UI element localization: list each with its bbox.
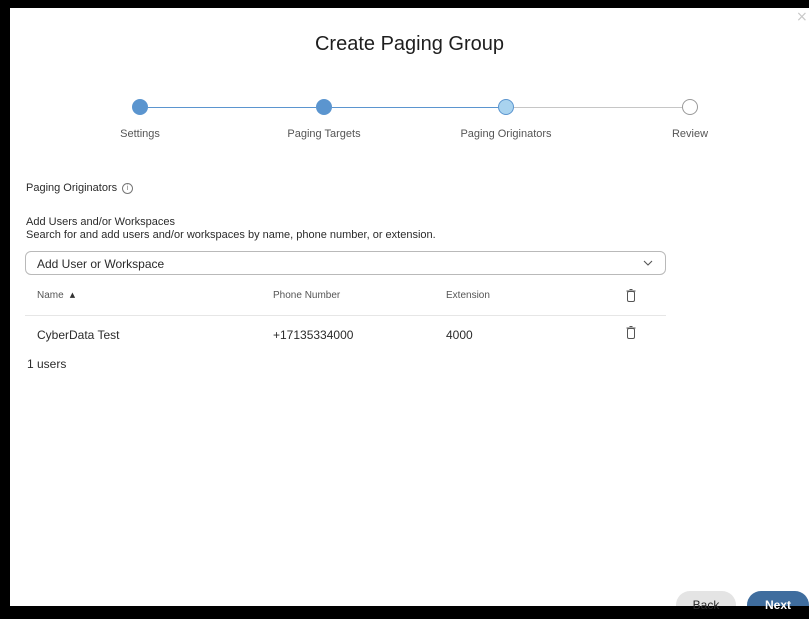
section-label-text: Paging Originators (26, 182, 118, 194)
create-paging-group-dialog: × Create Paging Group Settings Paging Ta… (10, 8, 809, 612)
table-header-separator (25, 315, 666, 316)
delete-all-trash-icon[interactable] (626, 289, 636, 302)
dropdown-value: Add User or Workspace (37, 257, 165, 271)
info-icon[interactable]: i (122, 183, 134, 194)
sort-ascending-icon[interactable]: ▲ (70, 291, 75, 299)
column-header-name-label: Name (37, 290, 64, 301)
add-user-workspace-dropdown[interactable]: Add User or Workspace (25, 251, 666, 275)
stepper-line-2 (332, 107, 498, 108)
step-dot-paging-targets[interactable] (316, 99, 332, 115)
row-name: CyberData Test (37, 328, 120, 342)
step-label-paging-originators: Paging Originators (460, 128, 552, 140)
row-extension: 4000 (446, 328, 473, 342)
stepper-line-3 (514, 107, 682, 108)
step-dot-review[interactable] (682, 99, 698, 115)
close-icon[interactable]: × (796, 10, 808, 24)
step-dot-paging-originators[interactable] (498, 99, 514, 115)
delete-row-trash-icon[interactable] (626, 326, 636, 339)
step-label-review: Review (671, 128, 709, 140)
step-dot-settings[interactable] (132, 99, 148, 115)
column-header-phone[interactable]: Phone Number (273, 290, 340, 301)
step-label-settings: Settings (120, 128, 160, 140)
progress-stepper: Settings Paging Targets Paging Originato… (10, 96, 809, 146)
stepper-line-1 (148, 107, 316, 108)
column-header-extension[interactable]: Extension (446, 290, 490, 301)
screen-frame: × Create Paging Group Settings Paging Ta… (0, 0, 809, 612)
row-phone-number: +17135334000 (273, 328, 354, 342)
add-users-heading: Add Users and/or Workspaces (26, 216, 175, 228)
back-button[interactable]: Back (676, 591, 736, 612)
user-count: 1 users (27, 357, 67, 371)
next-button[interactable]: Next (747, 591, 809, 612)
paging-originators-label: Paging Originators i (26, 182, 134, 194)
step-label-paging-targets: Paging Targets (287, 128, 361, 140)
add-users-description: Search for and add users and/or workspac… (26, 229, 436, 241)
dialog-title: Create Paging Group (314, 33, 504, 55)
column-header-name[interactable]: Name ▲ (37, 290, 75, 301)
chevron-down-icon (643, 260, 653, 266)
